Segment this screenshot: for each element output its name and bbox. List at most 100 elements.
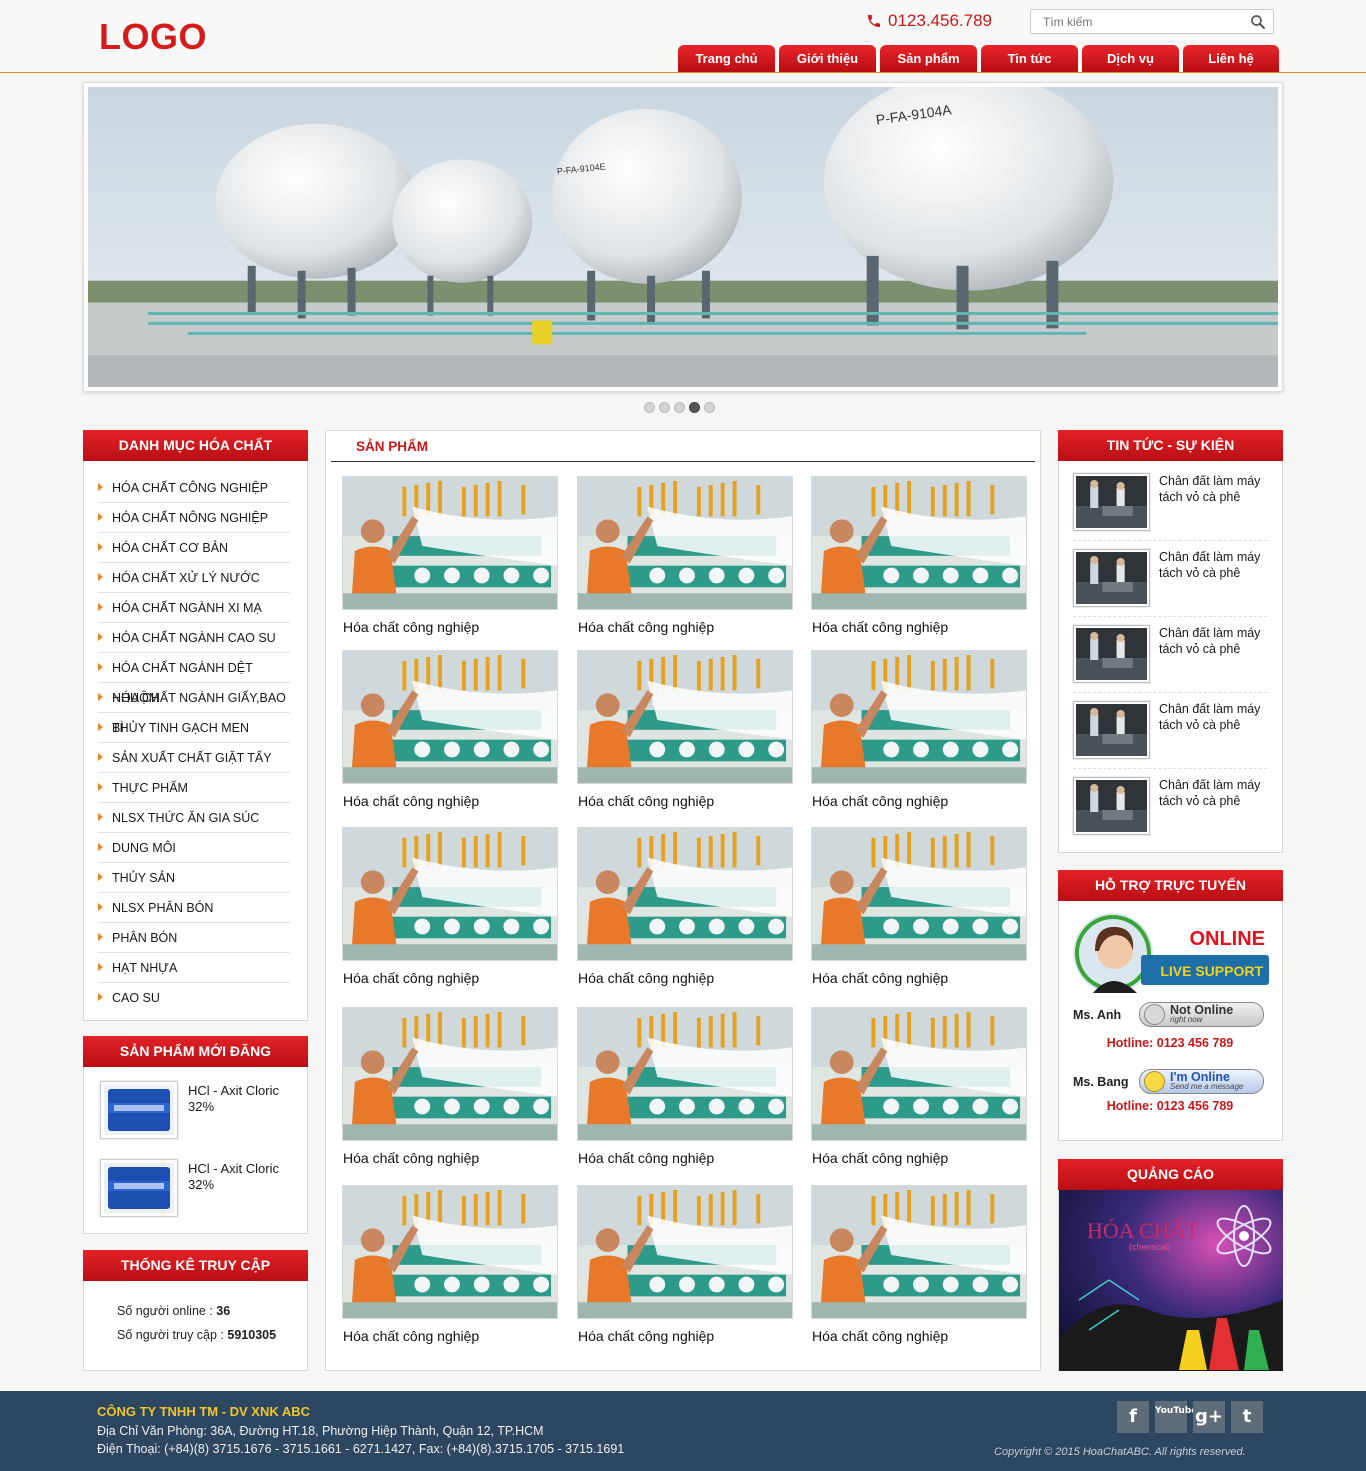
category-item[interactable]: NLSX PHÂN BÓN: [98, 893, 290, 923]
product-image[interactable]: [577, 827, 793, 961]
product-image[interactable]: [811, 1007, 1027, 1141]
category-item[interactable]: HÓA CHẤT NGÀNH CAO SU: [98, 623, 290, 653]
news-item[interactable]: Chân đất làm máy tách vỏ cà phê: [1073, 465, 1267, 541]
product-name[interactable]: Hóa chất công nghiệp: [577, 970, 793, 986]
nav-services[interactable]: Dịch vụ: [1082, 45, 1179, 72]
search-input[interactable]: [1031, 10, 1241, 33]
category-item[interactable]: NLSX THỨC ĂN GIA SÚC: [98, 803, 290, 833]
slider-dot[interactable]: [704, 402, 715, 413]
product-name[interactable]: Hóa chất công nghiệp: [342, 619, 558, 635]
yahoo-status-button[interactable]: Not Online right now: [1139, 1002, 1264, 1027]
product-image[interactable]: [811, 476, 1027, 610]
yahoo-status-button[interactable]: I'm Online Send me a message: [1139, 1069, 1264, 1094]
product-image[interactable]: [342, 650, 558, 784]
product-name[interactable]: Hóa chất công nghiệp: [342, 793, 558, 809]
product-name[interactable]: Hóa chất công nghiệp: [342, 1328, 558, 1344]
news-title-link[interactable]: Chân đất làm máy tách vỏ cà phê: [1159, 625, 1267, 684]
news-item[interactable]: Chân đất làm máy tách vỏ cà phê: [1073, 541, 1267, 617]
product-image[interactable]: [811, 1185, 1027, 1319]
product-card[interactable]: Hóa chất công nghiệp: [342, 1185, 558, 1344]
logo[interactable]: LOGO: [99, 16, 207, 58]
product-card[interactable]: Hóa chất công nghiệp: [577, 827, 793, 986]
news-title-link[interactable]: Chân đất làm máy tách vỏ cà phê: [1159, 701, 1267, 760]
category-item[interactable]: HÓA CHẤT CƠ BẢN: [98, 533, 290, 563]
product-card[interactable]: Hóa chất công nghiệp: [577, 1185, 793, 1344]
product-name[interactable]: Hóa chất công nghiệp: [577, 1328, 793, 1344]
category-item[interactable]: THỰC PHẨM: [98, 773, 290, 803]
product-card[interactable]: Hóa chất công nghiệp: [811, 1185, 1027, 1344]
news-item[interactable]: Chân đất làm máy tách vỏ cà phê: [1073, 693, 1267, 769]
slider-dot[interactable]: [674, 402, 685, 413]
news-item[interactable]: Chân đất làm máy tách vỏ cà phê: [1073, 769, 1267, 845]
category-item[interactable]: THỦY SẢN: [98, 863, 290, 893]
product-image[interactable]: [577, 650, 793, 784]
product-card[interactable]: Hóa chất công nghiệp: [577, 650, 793, 809]
category-item[interactable]: SẢN XUẤT CHẤT GIẶT TẨY: [98, 743, 290, 773]
tumblr-icon[interactable]: t: [1231, 1401, 1263, 1433]
product-card[interactable]: Hóa chất công nghiệp: [811, 650, 1027, 809]
product-name[interactable]: Hóa chất công nghiệp: [577, 1150, 793, 1166]
nav-about[interactable]: Giới thiệu: [779, 45, 876, 72]
product-image[interactable]: [577, 1007, 793, 1141]
product-image[interactable]: [342, 827, 558, 961]
product-thumbnail[interactable]: [100, 1081, 178, 1139]
product-card[interactable]: Hóa chất công nghiệp: [342, 1007, 558, 1166]
product-name[interactable]: Hóa chất công nghiệp: [577, 793, 793, 809]
news-title-link[interactable]: Chân đất làm máy tách vỏ cà phê: [1159, 777, 1267, 837]
news-thumbnail[interactable]: [1073, 625, 1150, 683]
product-name[interactable]: Hóa chất công nghiệp: [811, 793, 1027, 809]
product-image[interactable]: [577, 476, 793, 610]
product-image[interactable]: [811, 827, 1027, 961]
product-name[interactable]: Hóa chất công nghiệp: [811, 970, 1027, 986]
news-thumbnail[interactable]: [1073, 549, 1150, 607]
category-item[interactable]: DUNG MÔI: [98, 833, 290, 863]
news-title-link[interactable]: Chân đất làm máy tách vỏ cà phê: [1159, 473, 1267, 532]
hero-slider[interactable]: P-FA-9104A P-FA-9104E: [83, 82, 1283, 392]
category-item[interactable]: HÓA CHẤT NGÀNH XI MẠ: [98, 593, 290, 623]
search-icon[interactable]: [1249, 13, 1267, 31]
category-item[interactable]: HẠT NHỰA: [98, 953, 290, 983]
product-image[interactable]: [342, 1007, 558, 1141]
category-item[interactable]: HÓA CHẤT XỬ LÝ NƯỚC: [98, 563, 290, 593]
product-card[interactable]: Hóa chất công nghiệp: [342, 650, 558, 809]
facebook-icon[interactable]: f: [1117, 1401, 1149, 1433]
new-product-item[interactable]: HCl - Axit Cloric 32%: [100, 1081, 307, 1139]
category-item[interactable]: HÓA CHẤT NGÀNH GIẤY,BAO BÌ: [98, 683, 290, 735]
product-name[interactable]: Hóa chất công nghiệp: [342, 1150, 558, 1166]
category-item[interactable]: HÓA CHẤT NGÀNH DỆT NHUỘM: [98, 653, 290, 705]
product-image[interactable]: [811, 650, 1027, 784]
product-card[interactable]: Hóa chất công nghiệp: [577, 1007, 793, 1166]
product-card[interactable]: Hóa chất công nghiệp: [577, 476, 793, 635]
ads-banner[interactable]: HÓA CHẤT (chemical): [1059, 1190, 1283, 1371]
product-name[interactable]: HCl - Axit Cloric 32%: [188, 1083, 288, 1115]
nav-home[interactable]: Trang chủ: [678, 45, 775, 72]
category-item[interactable]: THỦY TINH GẠCH MEN: [98, 713, 290, 743]
product-card[interactable]: Hóa chất công nghiệp: [811, 827, 1027, 986]
product-image[interactable]: [342, 476, 558, 610]
news-thumbnail[interactable]: [1073, 777, 1150, 835]
nav-news[interactable]: Tin tức: [981, 45, 1078, 72]
news-title-link[interactable]: Chân đất làm máy tách vỏ cà phê: [1159, 549, 1267, 608]
nav-contact[interactable]: Liên hệ: [1183, 45, 1279, 72]
youtube-icon[interactable]: YouTube: [1155, 1401, 1197, 1433]
news-item[interactable]: Chân đất làm máy tách vỏ cà phê: [1073, 617, 1267, 693]
product-name[interactable]: Hóa chất công nghiệp: [342, 970, 558, 986]
nav-products[interactable]: Sản phẩm: [880, 45, 977, 72]
slider-dot[interactable]: [659, 402, 670, 413]
product-card[interactable]: Hóa chất công nghiệp: [342, 827, 558, 986]
product-name[interactable]: Hóa chất công nghiệp: [577, 619, 793, 635]
category-item[interactable]: HÓA CHẤT NÔNG NGHIỆP: [98, 503, 290, 533]
product-name[interactable]: HCl - Axit Cloric 32%: [188, 1161, 288, 1193]
product-image[interactable]: [342, 1185, 558, 1319]
product-name[interactable]: Hóa chất công nghiệp: [811, 1150, 1027, 1166]
product-card[interactable]: Hóa chất công nghiệp: [811, 476, 1027, 635]
product-thumbnail[interactable]: [100, 1159, 178, 1217]
category-item[interactable]: HÓA CHẤT CÔNG NGHIỆP: [98, 473, 290, 503]
google-plus-icon[interactable]: g+: [1193, 1401, 1225, 1433]
slider-dot-active[interactable]: [689, 402, 700, 413]
product-image[interactable]: [577, 1185, 793, 1319]
news-thumbnail[interactable]: [1073, 473, 1150, 531]
product-card[interactable]: Hóa chất công nghiệp: [342, 476, 558, 635]
product-card[interactable]: Hóa chất công nghiệp: [811, 1007, 1027, 1166]
product-name[interactable]: Hóa chất công nghiệp: [811, 1328, 1027, 1344]
